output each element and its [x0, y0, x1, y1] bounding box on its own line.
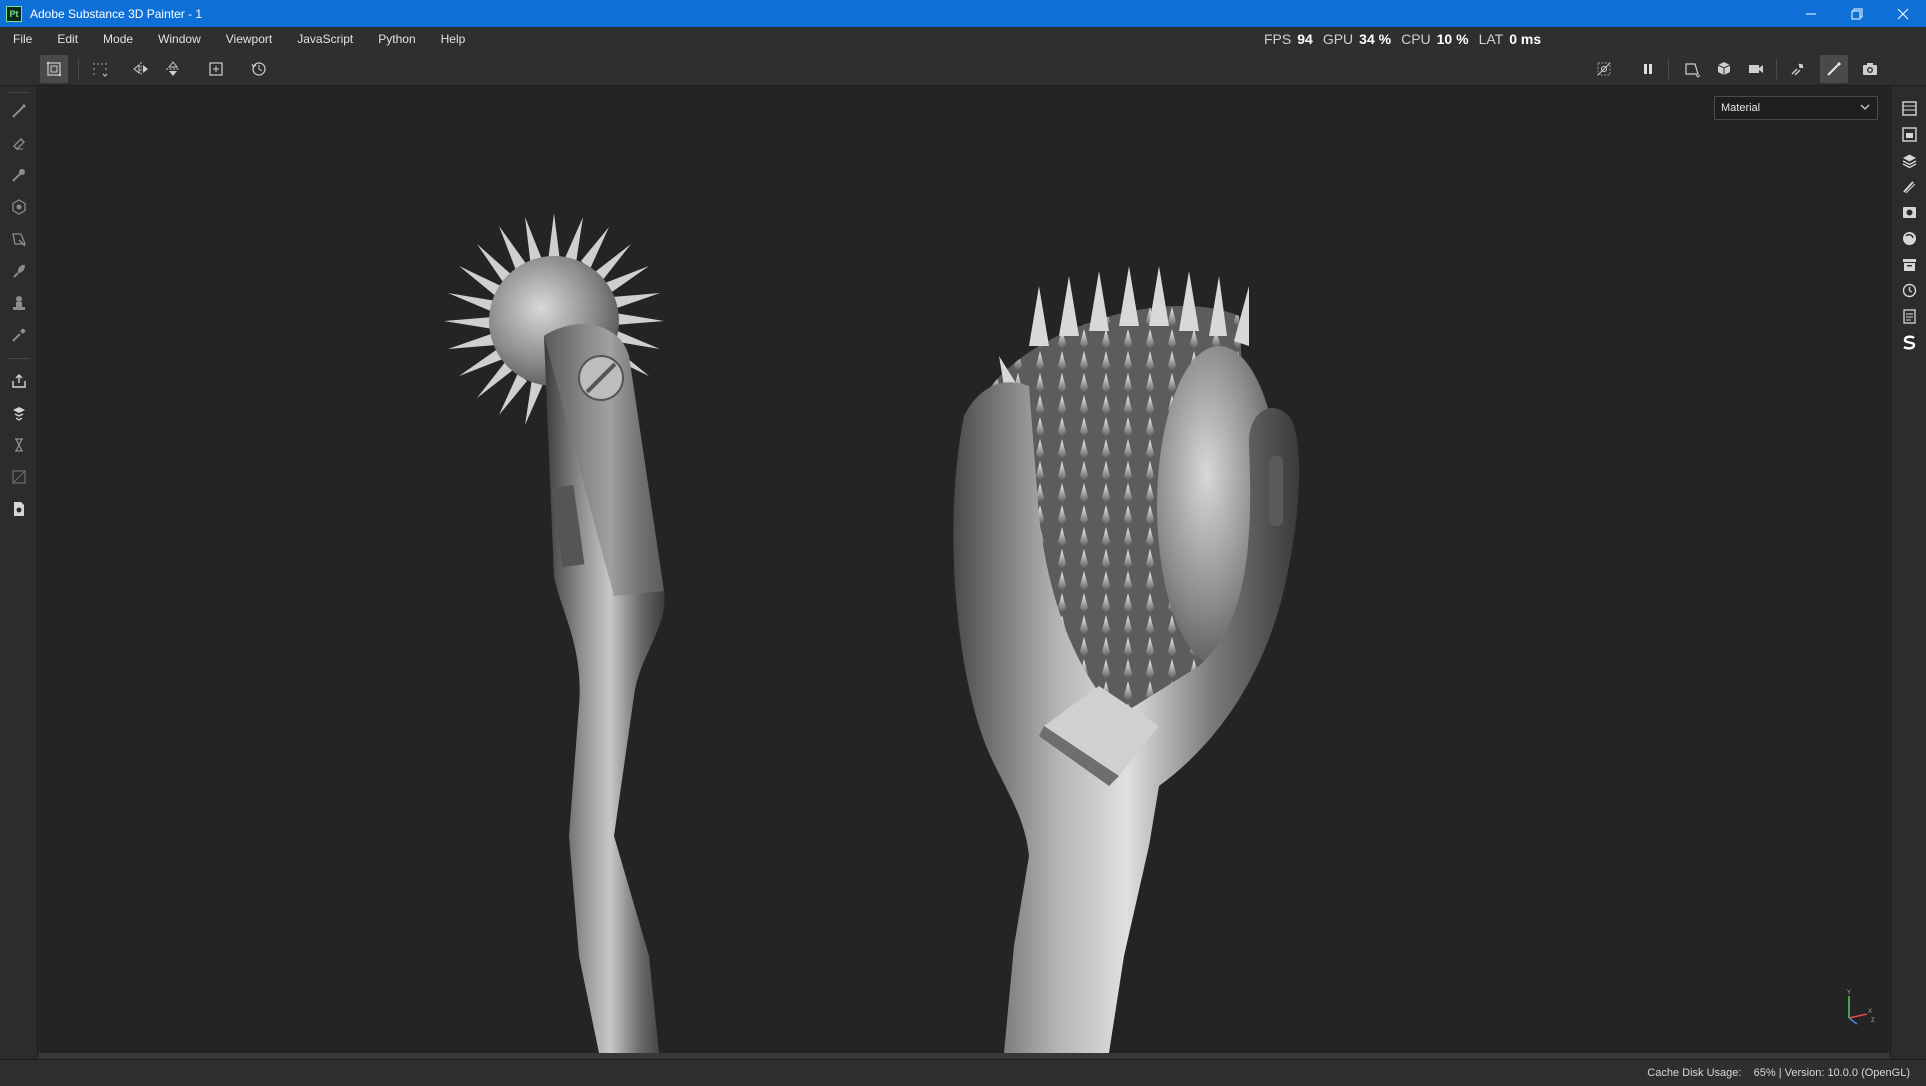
texture-set-icon[interactable]	[1899, 124, 1919, 144]
axis-y-label: Y	[1847, 990, 1851, 996]
selection-grid-icon[interactable]	[86, 55, 114, 83]
status-text: Cache Disk Usage: 65% | Version: 10.0.0 …	[1647, 1067, 1910, 1079]
camera-icon[interactable]	[1742, 55, 1770, 83]
pause-icon[interactable]	[1634, 55, 1662, 83]
channel-select[interactable]: Material	[1714, 96, 1878, 120]
clone-icon[interactable]	[9, 293, 29, 313]
menu-viewport[interactable]: Viewport	[213, 32, 284, 46]
menu-python[interactable]: Python	[365, 32, 427, 46]
restore-icon[interactable]	[1834, 0, 1880, 27]
app-logo-icon: Pt	[6, 5, 22, 22]
export-icon[interactable]	[9, 371, 29, 391]
fps-value: 94	[1297, 31, 1313, 47]
fps-label: FPS	[1264, 31, 1292, 47]
symmetry-x-icon[interactable]	[127, 55, 155, 83]
panel-bar	[1890, 86, 1926, 1056]
layer-stack-icon[interactable]	[9, 435, 29, 455]
paint-icon[interactable]	[9, 101, 29, 121]
menu-help[interactable]: Help	[428, 32, 478, 46]
axis-z-label: Z	[1871, 1018, 1875, 1024]
bake-icon[interactable]	[1784, 55, 1812, 83]
paint-tool-settings-icon[interactable]	[40, 55, 68, 83]
channel-select-value: Material	[1721, 102, 1761, 114]
pinwheel-roller-multi	[953, 266, 1300, 1053]
layers-panel-icon[interactable]	[1899, 98, 1919, 118]
screenshot-icon[interactable]	[1856, 55, 1884, 83]
gpu-label: GPU	[1322, 31, 1354, 47]
log-icon[interactable]	[1899, 306, 1919, 326]
axis-x-label: X	[1868, 1009, 1872, 1015]
history-icon[interactable]	[1899, 280, 1919, 300]
cpu-label: CPU	[1401, 31, 1431, 47]
chevron-down-icon	[1860, 104, 1870, 110]
substance-icon[interactable]	[1899, 332, 1919, 352]
window-title: Adobe Substance 3D Painter - 1	[30, 6, 203, 21]
minimize-icon[interactable]	[1788, 0, 1834, 27]
add-frame-icon[interactable]	[202, 55, 230, 83]
color-picker-icon[interactable]	[9, 325, 29, 345]
lat-label: LAT	[1478, 31, 1504, 47]
assets-icon[interactable]	[1899, 254, 1919, 274]
document-icon[interactable]	[9, 499, 29, 519]
menu-file[interactable]: File	[0, 32, 44, 46]
window-controls	[1788, 0, 1926, 27]
cpu-value: 10 %	[1436, 31, 1469, 47]
polygon-fill-icon[interactable]	[9, 229, 29, 249]
menu-edit[interactable]: Edit	[44, 32, 90, 46]
3d-view-icon[interactable]	[1710, 55, 1738, 83]
menu-bar: File Edit Mode Window Viewport JavaScrip…	[0, 27, 1926, 51]
display-settings-icon[interactable]	[1899, 202, 1919, 222]
lat-value: 0 ms	[1509, 31, 1542, 47]
title-bar: Pt Adobe Substance 3D Painter - 1	[0, 0, 1926, 27]
2d-view-icon[interactable]	[1678, 55, 1706, 83]
viewport-3d[interactable]: Material Y X Z	[39, 86, 1889, 1053]
status-bar: Cache Disk Usage: 65% | Version: 10.0.0 …	[0, 1059, 1926, 1086]
pinwheel-roller-single	[444, 213, 665, 1053]
smudge-icon[interactable]	[9, 261, 29, 281]
gpu-value: 34 %	[1359, 31, 1392, 47]
menu-window[interactable]: Window	[145, 32, 213, 46]
symmetry-y-icon[interactable]	[159, 55, 187, 83]
tool-bar	[0, 86, 38, 1056]
brush-settings-icon[interactable]	[1899, 176, 1919, 196]
bake-mesh-icon[interactable]	[9, 403, 29, 423]
brush-icon[interactable]	[1820, 55, 1848, 83]
mask-icon[interactable]	[9, 467, 29, 487]
performance-readout: FPS 94 GPU 34 % CPU 10 % LAT 0 ms	[1264, 27, 1545, 51]
stack-icon[interactable]	[1899, 150, 1919, 170]
axis-gizmo: Y X Z	[1847, 990, 1875, 1025]
viewport-render	[444, 213, 1300, 1053]
menu-mode[interactable]: Mode	[90, 32, 145, 46]
main-toolbar	[0, 51, 1926, 86]
shader-icon[interactable]	[1899, 228, 1919, 248]
close-icon[interactable]	[1880, 0, 1926, 27]
geometry-fill-icon[interactable]	[9, 197, 29, 217]
projection-icon[interactable]	[9, 165, 29, 185]
history-reset-icon[interactable]	[245, 55, 273, 83]
menu-javascript[interactable]: JavaScript	[284, 32, 365, 46]
hide-icon[interactable]	[1590, 55, 1618, 83]
eraser-icon[interactable]	[9, 133, 29, 153]
